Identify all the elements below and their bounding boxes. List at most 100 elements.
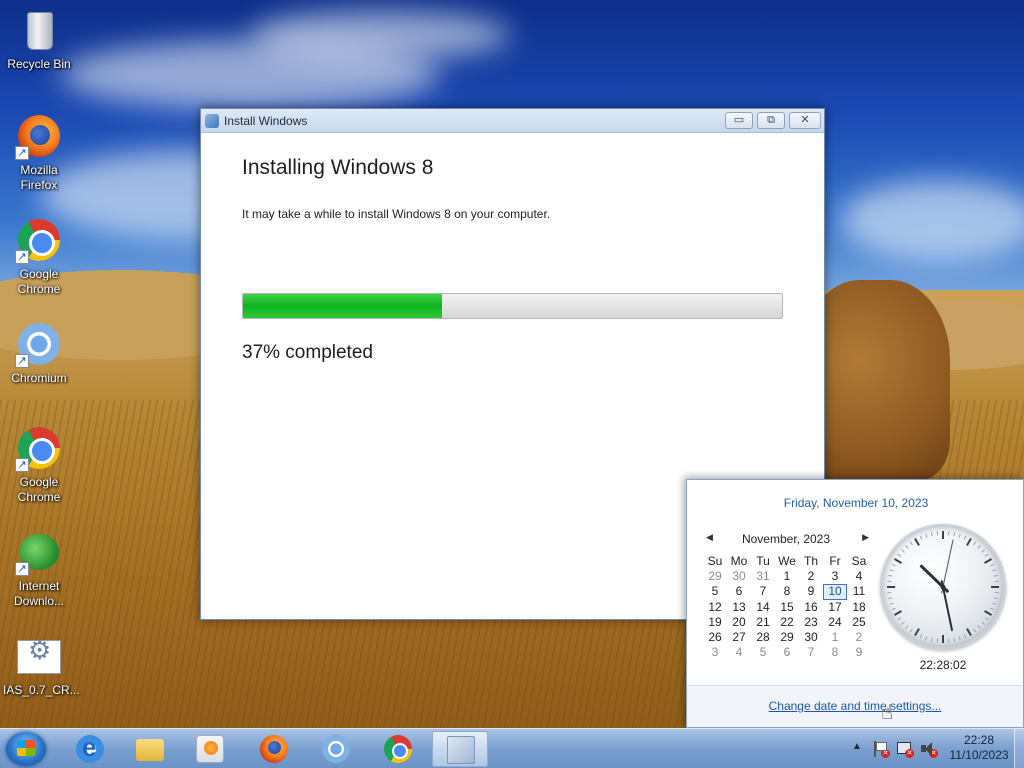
clock-minute-tick <box>977 625 981 629</box>
action-center-flag-icon[interactable]: ✕ <box>872 741 890 758</box>
calendar-day[interactable]: 7 <box>799 645 823 660</box>
calendar-day[interactable]: 8 <box>775 584 799 599</box>
clock-minute-tick <box>919 634 923 639</box>
minimize-button[interactable]: ▭ <box>725 112 753 129</box>
calendar-month-title[interactable]: November, 2023 <box>703 532 869 546</box>
close-button[interactable]: ✕ <box>789 112 821 129</box>
show-hidden-icons-button[interactable]: ▲ <box>852 741 862 752</box>
calendar-day[interactable]: 5 <box>703 584 727 599</box>
clock-minute-tick <box>993 574 998 577</box>
taskbar-item-firefox[interactable] <box>246 731 302 767</box>
calendar-day[interactable]: 17 <box>823 600 847 615</box>
desktop-icon-recycle-bin[interactable]: Recycle Bin <box>3 6 75 72</box>
taskbar: ▲ ✕ ✕ ✕ 22:28 11/10/2023 <box>0 728 1024 768</box>
network-icon[interactable]: ✕ <box>896 741 914 758</box>
clock-minute-tick <box>909 541 913 546</box>
calendar-day[interactable]: 19 <box>703 615 727 630</box>
calendar-day[interactable]: 22 <box>775 615 799 630</box>
taskbar-item-internet-explorer[interactable] <box>62 731 118 767</box>
calendar-day[interactable]: 3 <box>823 569 847 584</box>
calendar-day[interactable]: 30 <box>727 569 751 584</box>
calendar-day[interactable]: 18 <box>847 600 871 615</box>
calendar-day[interactable]: 15 <box>775 600 799 615</box>
window-title: Install Windows <box>224 114 308 128</box>
calendar-day[interactable]: 6 <box>775 645 799 660</box>
calendar-day[interactable]: 9 <box>799 584 823 599</box>
full-date-link[interactable]: Friday, November 10, 2023 <box>687 496 1024 510</box>
calendar-day[interactable]: 4 <box>727 645 751 660</box>
clock-minute-tick <box>888 574 893 577</box>
internet-explorer-icon <box>76 732 104 763</box>
calendar-day[interactable]: 5 <box>751 645 775 660</box>
calendar-day[interactable]: 3 <box>703 645 727 660</box>
calendar-day[interactable]: 11 <box>847 584 871 599</box>
calendar-day[interactable]: 9 <box>847 645 871 660</box>
taskbar-item-media-player[interactable] <box>182 731 238 767</box>
calendar-day[interactable]: 12 <box>703 600 727 615</box>
calendar-day[interactable]: 4 <box>847 569 871 584</box>
desktop-icon-internet-download-manager[interactable]: ↗ Internet Downlo... <box>3 528 75 609</box>
calendar-day[interactable]: 14 <box>751 600 775 615</box>
calendar-day[interactable]: 29 <box>703 569 727 584</box>
calendar-day[interactable]: 23 <box>799 615 823 630</box>
clock-minute-tick <box>909 628 913 633</box>
clock-hour-tick <box>914 628 920 636</box>
desktop-icon-chrome[interactable]: ↗ Google Chrome <box>3 216 75 297</box>
window-titlebar[interactable]: Install Windows ▭ ⧉ ✕ <box>201 109 824 133</box>
start-button[interactable] <box>6 732 46 766</box>
taskbar-item-chrome[interactable] <box>370 731 426 767</box>
calendar-day[interactable]: 2 <box>799 569 823 584</box>
calendar-day[interactable]: 6 <box>727 584 751 599</box>
calendar-day[interactable]: 24 <box>823 615 847 630</box>
folder-icon <box>136 739 164 761</box>
calendar-weekday: Fr <box>829 554 841 568</box>
taskbar-item-windows-setup[interactable] <box>432 731 488 767</box>
calendar-day[interactable]: 7 <box>751 584 775 599</box>
taskbar-item-chromium[interactable] <box>308 731 364 767</box>
calendar-day[interactable]: 2 <box>847 630 871 645</box>
error-badge-icon: ✕ <box>905 749 914 758</box>
taskbar-clock[interactable]: 22:28 11/10/2023 <box>942 733 1016 763</box>
chrome-icon <box>384 735 412 763</box>
calendar-day[interactable]: 30 <box>799 630 823 645</box>
change-date-time-settings-link[interactable]: Change date and time settings... <box>687 699 1023 713</box>
calendar-weekday-row: Su Mo Tu We Th Fr Sa <box>703 554 871 569</box>
calendar-day[interactable]: 25 <box>847 615 871 630</box>
clock-hour-tick <box>966 628 972 636</box>
clock-minute-tick <box>990 607 995 611</box>
calendar-day[interactable]: 31 <box>751 569 775 584</box>
calendar-day[interactable]: 8 <box>823 645 847 660</box>
calendar-day[interactable]: 13 <box>727 600 751 615</box>
calendar-day[interactable]: 28 <box>751 630 775 645</box>
calendar-day[interactable]: 20 <box>727 615 751 630</box>
calendar-day[interactable]: 21 <box>751 615 775 630</box>
settings-file-icon <box>15 632 63 680</box>
clock-hour-tick <box>966 538 972 546</box>
calendar-day[interactable]: 16 <box>799 600 823 615</box>
desktop-icon-label: Google Chrome <box>17 475 61 504</box>
calendar-day[interactable]: 27 <box>727 630 751 645</box>
clock-minute-tick <box>901 549 905 553</box>
desktop-icon-label: Chromium <box>11 371 67 385</box>
calendar-day[interactable]: 1 <box>775 569 799 584</box>
desktop-icon-chrome-2[interactable]: ↗ Google Chrome <box>3 424 75 505</box>
restore-button[interactable]: ⧉ <box>757 112 785 129</box>
calendar-weekday: Sa <box>851 554 867 568</box>
taskbar-item-windows-explorer[interactable] <box>122 731 178 767</box>
calendar-day[interactable]: 29 <box>775 630 799 645</box>
calendar-week-row: 19 20 21 22 23 24 25 <box>703 615 871 630</box>
calendar-day[interactable]: 1 <box>823 630 847 645</box>
progress-fill <box>243 294 443 318</box>
next-month-button[interactable]: ▶ <box>862 532 869 543</box>
show-desktop-button[interactable] <box>1014 729 1024 768</box>
volume-muted-icon[interactable]: ✕ <box>920 741 938 758</box>
desktop-icon-ias[interactable]: IAS_0.7_CR... <box>3 632 80 698</box>
calendar-day[interactable]: 26 <box>703 630 727 645</box>
calendar-day-today[interactable]: 10 <box>823 584 847 600</box>
calendar-grid: Su Mo Tu We Th Fr Sa 29 30 31 1 2 3 4 5 6 7 8 9 10 11 12 13 14 1… <box>703 554 871 660</box>
desktop-icon-label: Recycle Bin <box>7 57 71 71</box>
desktop-icon-firefox[interactable]: ↗ Mozilla Firefox <box>3 112 75 193</box>
desktop-icon-chromium[interactable]: ↗ Chromium <box>3 320 75 386</box>
calendar-weekday: Mo <box>730 554 748 568</box>
taskbar-time: 22:28 <box>963 733 995 747</box>
